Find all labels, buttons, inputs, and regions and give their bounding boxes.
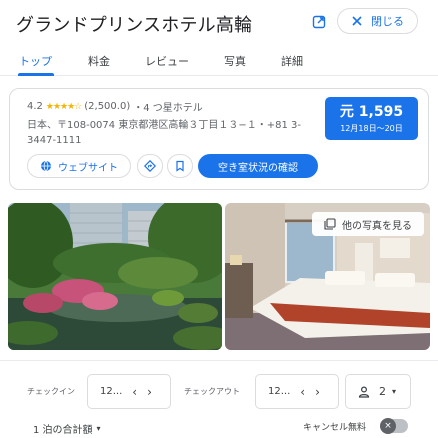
price-button[interactable]: 元 1,595 12月18日〜20日 (325, 97, 418, 140)
checkout-field[interactable]: 12... ‹ › (255, 374, 339, 409)
save-button[interactable] (167, 154, 193, 178)
price-value: 元 1,595 (339, 104, 404, 120)
checkin-field[interactable]: 12... ‹ › (87, 374, 171, 409)
header: グランドプリンスホテル高輪 閉じる (0, 0, 438, 44)
open-in-new-icon (312, 15, 326, 29)
close-label: 閉じる (371, 15, 404, 28)
website-button[interactable]: ウェブサイト (27, 154, 131, 178)
booking-panel: チェックイン 12... ‹ › チェックアウト 12... ‹ › 2 ▾ 1… (0, 360, 438, 438)
chevron-right-icon[interactable]: › (147, 385, 152, 399)
directions-icon (144, 160, 156, 172)
tab-details[interactable]: 詳細 (281, 53, 303, 69)
more-photos-label: 他の写真を見る (342, 220, 412, 232)
close-button[interactable]: 閉じる (337, 8, 418, 34)
tab-reviews[interactable]: レビュー (145, 53, 189, 69)
check-availability-button[interactable]: 空き室状況の確認 (198, 154, 318, 178)
hotel-class: ・4 つ星ホテル (133, 103, 203, 114)
checkin-label: チェックイン (27, 387, 75, 396)
bookmark-icon (176, 160, 184, 172)
active-tab-indicator (18, 73, 54, 76)
star-rating-icon: ★★★★☆ (45, 101, 82, 112)
chevron-right-icon[interactable]: › (315, 385, 320, 399)
rating-value: 4.2 (27, 101, 43, 112)
guests-select[interactable]: 2 ▾ (345, 374, 411, 409)
garden-photo-image (8, 203, 222, 350)
hotel-address: 日本、〒108-0074 東京都港区高輪３丁目１３−１・+81 3-3447-1… (27, 120, 301, 146)
free-cancel-toggle[interactable]: × (380, 418, 408, 434)
directions-button[interactable] (137, 154, 163, 178)
price-dates: 12月18日〜20日 (340, 124, 403, 133)
photo-garden[interactable] (8, 203, 222, 350)
photo-library-icon (324, 218, 336, 230)
total-label: 1 泊の合計額 (33, 425, 93, 436)
more-photos-button[interactable]: 他の写真を見る (312, 212, 424, 236)
hotel-title: グランドプリンスホテル高輪 (16, 15, 253, 36)
free-cancel-label: キャンセル無料 (303, 423, 367, 433)
hotel-overview-card: 4.2 ★★★★☆ (2,500.0) ・4 つ星ホテル 日本、〒108-007… (9, 88, 429, 190)
close-icon (352, 16, 362, 26)
checkout-label: チェックアウト (184, 387, 240, 396)
chevron-left-icon[interactable]: ‹ (300, 385, 305, 399)
open-external-button[interactable] (306, 9, 332, 35)
tab-top[interactable]: トップ (19, 53, 52, 69)
total-dropdown[interactable]: 1 泊の合計額 ▾ (33, 421, 101, 436)
chevron-left-icon[interactable]: ‹ (132, 385, 137, 399)
guests-value: 2 (379, 385, 386, 398)
person-icon (358, 385, 370, 398)
tab-photos[interactable]: 写真 (224, 53, 246, 69)
review-count[interactable]: (2,500.0) (84, 101, 130, 112)
tab-price[interactable]: 料金 (88, 53, 110, 69)
checkout-value: 12... (268, 386, 291, 397)
dropdown-arrow-icon: ▾ (392, 387, 397, 396)
website-label: ウェブサイト (58, 162, 118, 174)
dropdown-arrow-icon: ▾ (96, 424, 101, 433)
rating-line: 4.2 ★★★★☆ (2,500.0) ・4 つ星ホテル (27, 99, 203, 114)
tab-bar: トップ 料金 レビュー 写真 詳細 (0, 44, 438, 76)
globe-icon (41, 160, 51, 172)
toggle-off-icon: × (380, 418, 396, 434)
checkin-value: 12... (100, 386, 123, 397)
